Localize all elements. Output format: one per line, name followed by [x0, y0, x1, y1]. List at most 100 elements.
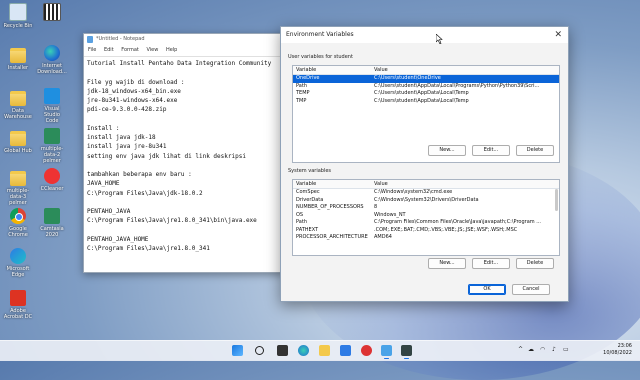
column-header-value[interactable]: Value: [374, 66, 388, 74]
notepad-line: PENTAHO_JAVA_HOME: [87, 235, 149, 243]
desktop-icon-idm[interactable]: Internet Download...: [37, 45, 67, 75]
table-row[interactable]: ComSpec C:\Windows\system32\cmd.exe: [293, 189, 559, 197]
column-header-value[interactable]: Value: [374, 180, 388, 188]
ok-button[interactable]: OK: [468, 284, 506, 295]
system-properties-icon[interactable]: [401, 345, 412, 359]
start-button-icon[interactable]: [232, 345, 243, 356]
table-row[interactable]: Path C:\Users\student\AppData\Local\Progr…: [293, 83, 559, 91]
task-view-icon[interactable]: [277, 345, 288, 356]
table-row[interactable]: OneDrive C:\Users\student\OneDrive: [293, 75, 559, 83]
desktop-icon-multiple-data-3[interactable]: multiple-data-3 pelmer: [3, 168, 33, 206]
desktop-icon-chrome[interactable]: Google Chrome: [3, 208, 33, 238]
variable-value: .COM;.EXE;.BAT;.CMD;.VBS;.VBE;.JS;.JSE;.…: [374, 226, 518, 233]
user-new-button[interactable]: New...: [428, 145, 466, 156]
notepad-line: Install :: [87, 124, 120, 132]
notepad-line: [87, 198, 281, 207]
system-delete-button[interactable]: Delete: [516, 258, 554, 269]
close-icon[interactable]: ✕: [554, 27, 562, 43]
notepad-line: C:\Program Files\Java\jre1.8.0_341\bin\j…: [87, 217, 257, 225]
desktop-icon-global-hub[interactable]: Global Hub: [3, 128, 33, 154]
variable-name: OneDrive: [296, 75, 320, 81]
environment-variables-dialog[interactable]: Environment Variables ✕ User variables f…: [280, 26, 569, 302]
tray-caret-icon[interactable]: ^: [518, 346, 523, 353]
desktop-icon-label: multiple-data-2 pelmer: [40, 146, 64, 164]
desktop-icon-label: CCleaner: [40, 186, 64, 192]
folder-icon: [10, 171, 26, 186]
table-row[interactable]: TMP C:\Users\student\AppData\Local\Temp: [293, 98, 559, 106]
notepad-text-area[interactable]: Tutorial Install Pentaho Data Integratio…: [84, 56, 284, 272]
variable-name: NUMBER_OF_PROCESSORS: [296, 204, 364, 210]
battery-icon[interactable]: ▭: [563, 346, 569, 353]
system-edit-button[interactable]: Edit...: [472, 258, 510, 269]
speaker-icon[interactable]: ♪: [552, 346, 556, 353]
cloud-icon[interactable]: ☁: [528, 346, 534, 353]
notepad-line: JAVA_HOME: [87, 180, 120, 188]
desktop-icon-label: Visual Studio Code: [44, 106, 60, 124]
menu-format[interactable]: Format: [121, 47, 139, 53]
table-row[interactable]: Path C:\Program Files\Common Files\Oracle…: [293, 219, 559, 227]
notepad-taskbar-icon[interactable]: [381, 345, 392, 359]
desktop-icon-multiple-data-2[interactable]: multiple-data-2 pelmer: [37, 128, 67, 164]
desktop-icon-vscode[interactable]: Visual Studio Code: [37, 88, 67, 124]
system-variables-list[interactable]: Variable Value ComSpec C:\Windows\system3…: [292, 179, 560, 256]
variable-value: C:\Windows\System32\Drivers\DriverData: [374, 196, 479, 203]
notepad-line: File yg wajib di download :: [87, 78, 185, 86]
user-delete-button[interactable]: Delete: [516, 145, 554, 156]
table-row[interactable]: PROCESSOR_ARCHITECTURE AMD64: [293, 234, 559, 242]
desktop-icon-label: Internet Download...: [37, 63, 67, 75]
folder-icon: [10, 91, 26, 106]
desktop-icon-camtasia[interactable]: Camtasia 2020: [37, 208, 67, 238]
system-new-button[interactable]: New...: [428, 258, 466, 269]
table-row[interactable]: OS Windows_NT: [293, 212, 559, 220]
desktop-icon-label: Adobe Acrobat DC: [3, 308, 33, 320]
mouse-cursor-icon: [436, 34, 443, 44]
notepad-window[interactable]: *Untitled - Notepad File Edit Format Vie…: [83, 33, 285, 273]
scrollbar[interactable]: [555, 189, 558, 211]
desktop-icon-label: Installer: [7, 65, 29, 71]
desktop-icon-recycle-bin[interactable]: Recycle Bin: [3, 3, 33, 29]
notepad-line: tambahkan beberapa env baru :: [87, 171, 192, 178]
taskbar: ^ ☁ ◠ ♪ ▭ 23:06 10/08/2022: [0, 340, 640, 361]
pentaho-icon: [44, 128, 60, 144]
variable-value: C:\Users\student\AppData\Local\Temp: [374, 97, 469, 104]
desktop-icon-ccleaner[interactable]: CCleaner: [37, 168, 67, 192]
system-variables-label: System variables: [288, 168, 332, 174]
column-header-variable[interactable]: Variable: [296, 180, 316, 188]
user-edit-button[interactable]: Edit...: [472, 145, 510, 156]
table-row[interactable]: TEMP C:\Users\student\AppData\Local\Temp: [293, 90, 559, 98]
desktop-icon-qr[interactable]: [37, 3, 67, 23]
menu-edit[interactable]: Edit: [104, 47, 114, 53]
notepad-line: PENTAHO_JAVA: [87, 208, 131, 215]
notepad-line: Tutorial Install Pentaho Data Integratio…: [87, 60, 272, 67]
dialog-titlebar[interactable]: Environment Variables ✕: [281, 27, 568, 43]
variable-value: C:\Users\student\AppData\Local\Programs\…: [374, 82, 540, 89]
variable-value: C:\Users\student\OneDrive: [374, 75, 441, 81]
menu-view[interactable]: View: [146, 47, 158, 53]
desktop-icon-edge[interactable]: Microsoft Edge: [3, 248, 33, 278]
search-icon[interactable]: [255, 346, 264, 355]
menu-file[interactable]: File: [88, 47, 96, 53]
wifi-icon[interactable]: ◠: [540, 346, 545, 353]
desktop-icon-installer[interactable]: Installer: [3, 45, 33, 71]
notepad-menubar: File Edit Format View Help: [84, 45, 284, 55]
desktop-icon-label: Global Hub: [4, 148, 32, 154]
qr-code-icon: [43, 3, 61, 21]
table-row[interactable]: NUMBER_OF_PROCESSORS 8: [293, 204, 559, 212]
variable-value: AMD64: [374, 234, 392, 240]
desktop-icon-adobe[interactable]: Adobe Acrobat DC: [3, 290, 33, 320]
notepad-icon: [87, 36, 93, 43]
cancel-button[interactable]: Cancel: [512, 284, 550, 295]
store-icon[interactable]: [340, 345, 351, 356]
list-header: Variable Value: [293, 66, 559, 75]
file-explorer-icon[interactable]: [319, 345, 330, 356]
notepad-titlebar[interactable]: *Untitled - Notepad: [84, 34, 284, 45]
table-row[interactable]: DriverData C:\Windows\System32\Drivers\Dr…: [293, 197, 559, 205]
column-header-variable[interactable]: Variable: [296, 66, 316, 74]
taskbar-clock[interactable]: 23:06 10/08/2022: [603, 343, 632, 357]
ccleaner-icon[interactable]: [361, 345, 372, 356]
variable-value: C:\Users\student\AppData\Local\Temp: [374, 90, 469, 96]
edge-icon[interactable]: [298, 345, 309, 356]
desktop-icon-data-warehouse[interactable]: Data Warehouse: [3, 88, 33, 120]
table-row[interactable]: PATHEXT .COM;.EXE;.BAT;.CMD;.VBS;.VBE;.JS…: [293, 227, 559, 235]
menu-help[interactable]: Help: [166, 47, 177, 53]
